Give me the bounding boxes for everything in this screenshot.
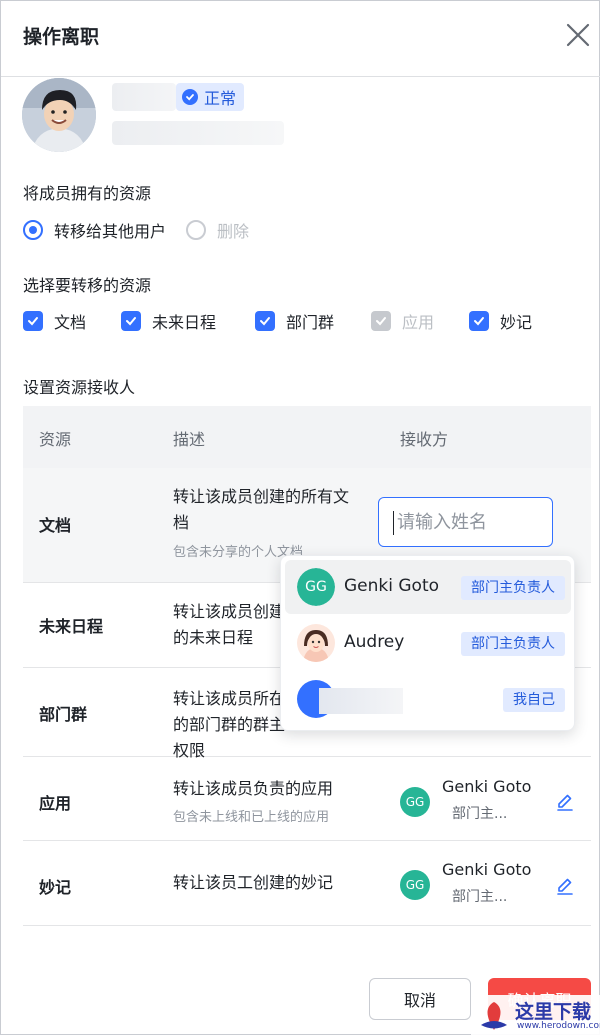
status-label: 正常 xyxy=(204,89,237,108)
receiver-name: Genki Goto xyxy=(442,777,532,796)
receiver-name: Genki Goto xyxy=(442,860,532,879)
checkbox-label: 部门群 xyxy=(286,313,335,332)
checkbox-disabled-icon xyxy=(371,311,391,331)
resources-select-label: 选择要转移的资源 xyxy=(23,276,152,295)
table-header: 资源 描述 接收方 xyxy=(23,406,591,468)
radio-label: 删除 xyxy=(217,222,250,241)
receiver-name-input[interactable] xyxy=(378,497,553,547)
checkbox-checked-icon[interactable] xyxy=(255,311,275,331)
checkbox-checked-icon[interactable] xyxy=(121,311,141,331)
option-name-blurred xyxy=(319,688,403,714)
resource-name: 文档 xyxy=(39,516,72,535)
radio-button[interactable] xyxy=(186,220,207,240)
dialog-header: 操作离职 xyxy=(1,1,600,77)
ownership-radio-group: 转移给其他用户 删除 xyxy=(23,218,249,242)
role-tag: 部门主负责人 xyxy=(461,576,565,600)
resource-description: 转让该员工创建的妙记 xyxy=(173,873,334,892)
member-department-blurred xyxy=(112,121,284,145)
ownership-label: 将成员拥有的资源 xyxy=(23,184,152,203)
checkbox-minutes[interactable]: 妙记 xyxy=(469,309,532,333)
avatar: GG xyxy=(400,787,430,817)
self-tag: 我自己 xyxy=(503,688,565,712)
resource-name: 部门群 xyxy=(39,705,88,724)
edit-icon[interactable] xyxy=(555,875,575,895)
resources-checkbox-group: 文档 未来日程 部门群 应用 妙记 xyxy=(23,309,583,333)
role-tag: 部门主负责人 xyxy=(461,632,565,656)
resource-note: 包含未上线和已上线的应用 xyxy=(173,810,330,825)
radio-delete[interactable]: 删除 xyxy=(186,218,249,242)
resource-description: 转让该成员创建的所有文档 xyxy=(173,487,350,532)
avatar: GG xyxy=(400,870,430,900)
resource-name: 应用 xyxy=(39,794,72,813)
receiver-search-field[interactable] xyxy=(397,498,547,546)
text-caret xyxy=(393,511,394,535)
option-name: Audrey xyxy=(344,632,405,652)
column-header: 资源 xyxy=(39,430,72,449)
edit-icon[interactable] xyxy=(555,791,575,811)
resource-name: 未来日程 xyxy=(39,617,104,636)
receiver-dropdown: GG Genki Goto 部门主负责人 Audrey 部门主负责人 我自己 xyxy=(280,555,575,731)
checkbox-docs[interactable]: 文档 xyxy=(23,309,86,333)
table-row: 应用 转让该成员负责的应用 包含未上线和已上线的应用 GG Genki Goto… xyxy=(23,757,591,841)
table-row: 妙记 转让该员工创建的妙记 GG Genki Goto 部门主... xyxy=(23,841,591,926)
close-icon[interactable] xyxy=(563,20,593,50)
checkbox-checked-icon[interactable] xyxy=(469,311,489,331)
column-header: 接收方 xyxy=(400,430,449,449)
checkbox-label: 文档 xyxy=(54,313,87,332)
avatar xyxy=(22,78,96,152)
checkbox-checked-icon[interactable] xyxy=(23,311,43,331)
dialog: 操作离职 正常 将成员拥有的资源 转移给其他用户 删除 选择要转移的资源 文档 … xyxy=(0,0,600,1035)
option-name: Genki Goto xyxy=(344,576,440,596)
checkbox-label: 应用 xyxy=(402,313,435,332)
watermark-logo-icon xyxy=(481,1002,507,1030)
watermark: 这里下载 www.herodown.com xyxy=(471,995,600,1035)
radio-button-selected[interactable] xyxy=(23,220,43,240)
receiver-label: 设置资源接收人 xyxy=(23,378,136,397)
receiver-role: 部门主... xyxy=(452,889,508,905)
resource-name: 妙记 xyxy=(39,878,72,897)
dialog-title: 操作离职 xyxy=(23,26,100,48)
watermark-text: 这里下载 xyxy=(515,1001,592,1023)
checkbox-future-events[interactable]: 未来日程 xyxy=(121,309,216,333)
checkbox-apps: 应用 xyxy=(371,309,434,333)
checkbox-label: 未来日程 xyxy=(152,313,217,332)
avatar: GG xyxy=(297,568,335,606)
avatar xyxy=(297,624,335,662)
resource-description: 转让该成员负责的应用 xyxy=(173,779,334,798)
radio-transfer[interactable]: 转移给其他用户 xyxy=(23,218,166,242)
dropdown-option-audrey[interactable]: Audrey 部门主负责人 xyxy=(285,616,571,670)
resource-description: 转让该成员所在的部门群的群主权限 xyxy=(173,689,286,760)
receiver-role: 部门主... xyxy=(452,806,508,822)
cancel-button[interactable]: 取消 xyxy=(369,978,471,1020)
checkbox-label: 妙记 xyxy=(500,313,533,332)
status-badge: 正常 xyxy=(176,83,245,111)
check-circle-icon xyxy=(182,89,198,105)
member-name-blurred xyxy=(112,83,176,111)
radio-label: 转移给其他用户 xyxy=(54,222,167,241)
dropdown-option-genki[interactable]: GG Genki Goto 部门主负责人 xyxy=(285,560,571,614)
checkbox-dept-group[interactable]: 部门群 xyxy=(255,309,334,333)
dropdown-option-self[interactable]: 我自己 xyxy=(285,672,571,726)
watermark-url: www.herodown.com xyxy=(517,1021,600,1031)
resource-description: 转让该成员创建的未来日程 xyxy=(173,602,286,647)
column-header: 描述 xyxy=(173,430,206,449)
